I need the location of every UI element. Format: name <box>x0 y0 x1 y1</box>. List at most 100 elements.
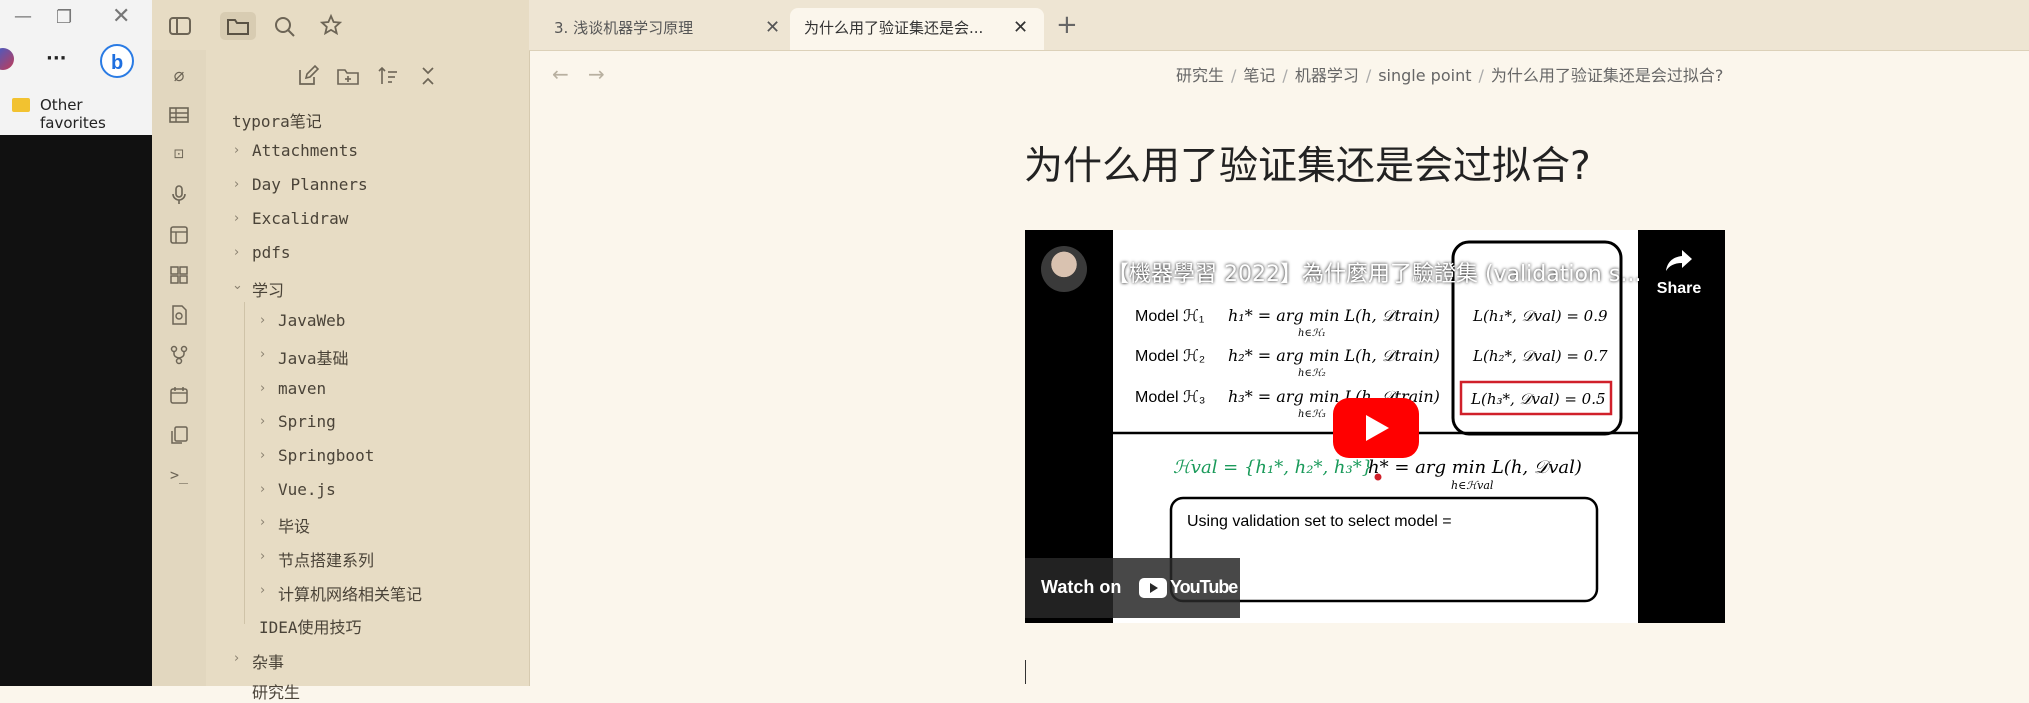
chevron-right-icon[interactable]: › <box>234 245 239 260</box>
slide-formula-1: h₁* = arg min L(h, 𝒟train) <box>1228 306 1440 325</box>
folder-misc[interactable]: 杂事 <box>252 649 284 673</box>
folder-day-planners[interactable]: Day Planners <box>252 175 368 194</box>
youtube-embed[interactable]: Model ℋ₁ h₁* = arg min L(h, 𝒟train) h∈ℋ₁… <box>1025 230 1725 623</box>
folder-maven[interactable]: maven <box>278 379 326 398</box>
folder-excalidraw[interactable]: Excalidraw <box>252 209 348 228</box>
share-icon <box>1666 250 1692 271</box>
youtube-logo-icon <box>1139 578 1167 598</box>
folder-study[interactable]: 学习 <box>252 277 284 301</box>
youtube-wordmark: YouTube <box>1170 577 1238 597</box>
slide-sub-2: h∈ℋ₂ <box>1298 368 1326 379</box>
folder-java-basics[interactable]: Java基础 <box>278 345 349 369</box>
star-icon[interactable] <box>313 12 349 40</box>
breadcrumb-separator: / <box>1282 66 1288 85</box>
folder-spring[interactable]: Spring <box>278 412 336 431</box>
folder-node-setup[interactable]: 节点搭建系列 <box>278 547 374 571</box>
chevron-right-icon[interactable]: › <box>234 143 239 158</box>
sort-icon[interactable] <box>375 64 401 90</box>
breadcrumb-current[interactable]: 为什么用了验证集还是会过拟合? <box>1491 66 1724 85</box>
collapse-all-icon[interactable] <box>415 64 441 90</box>
binary-icon[interactable]: ⊡ <box>168 144 190 166</box>
chevron-down-icon[interactable]: ⌄ <box>232 278 243 293</box>
back-arrow-icon[interactable]: ← <box>552 62 569 86</box>
forward-arrow-icon[interactable]: → <box>588 62 605 86</box>
svg-text:b: b <box>111 52 123 74</box>
chevron-right-icon[interactable]: › <box>260 414 265 429</box>
file-search-icon[interactable] <box>168 304 190 326</box>
breadcrumb-item[interactable]: 研究生 <box>1176 66 1224 85</box>
folder-graduate[interactable]: 研究生 <box>252 679 300 703</box>
search-icon[interactable] <box>267 12 303 40</box>
video-title[interactable]: 【機器學習 2022】為什麼用了驗證集 (validation s... <box>1107 256 1647 288</box>
chevron-right-icon[interactable]: › <box>260 313 265 328</box>
slide-model-2: Model ℋ₂ <box>1135 348 1205 365</box>
attachment-icon[interactable]: ⌀ <box>168 65 190 87</box>
watch-on-youtube-button[interactable]: Watch on YouTube <box>1025 558 1240 618</box>
slide-model-1: Model ℋ₁ <box>1135 308 1204 325</box>
indent-guide <box>244 302 245 624</box>
chevron-right-icon[interactable]: › <box>260 583 265 598</box>
layout-icon[interactable] <box>168 224 190 246</box>
close-window-icon[interactable]: ✕ <box>112 4 130 29</box>
folder-icon[interactable] <box>220 12 256 40</box>
breadcrumb-item[interactable]: 机器学习 <box>1295 66 1359 85</box>
page-title: 为什么用了验证集还是会过拟合? <box>1024 144 1591 189</box>
close-icon[interactable]: ✕ <box>765 8 780 48</box>
dashboard-icon[interactable] <box>168 264 190 286</box>
terminal-icon[interactable]: >_ <box>168 464 190 486</box>
folder-network-notes[interactable]: 计算机网络相关笔记 <box>278 581 422 605</box>
folder-graduation-project[interactable]: 毕设 <box>278 513 310 537</box>
tab-label: 3. 浅谈机器学习原理 <box>554 19 694 37</box>
minimize-icon[interactable]: — <box>14 6 32 27</box>
breadcrumb-separator: / <box>1231 66 1237 85</box>
tab-ml-principles[interactable]: 3. 浅谈机器学习原理 ✕ <box>540 8 790 50</box>
slide-sub-1: h∈ℋ₁ <box>1298 328 1326 339</box>
git-branch-icon[interactable] <box>168 344 190 366</box>
restore-icon[interactable]: ❐ <box>56 7 72 28</box>
close-icon[interactable]: ✕ <box>1013 8 1028 48</box>
chevron-right-icon[interactable]: › <box>260 549 265 564</box>
profile-avatar[interactable] <box>0 48 14 70</box>
watch-on-label: Watch on <box>1041 577 1122 597</box>
bing-icon[interactable]: b <box>100 44 134 78</box>
breadcrumb-item[interactable]: 笔记 <box>1243 66 1275 85</box>
folder-vuejs[interactable]: Vue.js <box>278 480 336 499</box>
favorites-folder[interactable]: Other favorites <box>40 96 152 132</box>
tab-active-note[interactable]: 为什么用了验证集还是会... ✕ <box>790 8 1044 50</box>
file-idea-tips[interactable]: IDEA使用技巧 <box>259 614 362 638</box>
folder-pdfs[interactable]: pdfs <box>252 243 291 262</box>
sidebar-toggle-icon[interactable] <box>162 12 198 40</box>
slide-model-3: Model ℋ₃ <box>1135 389 1205 406</box>
vault-name[interactable]: typora笔记 <box>232 108 322 132</box>
new-tab-button[interactable]: + <box>1056 10 1078 40</box>
browser-toolbar: — ❐ ✕ ··· b Other favorites <box>0 0 152 135</box>
chevron-right-icon[interactable]: › <box>260 347 265 362</box>
copy-icon[interactable] <box>168 424 190 446</box>
slide-loss-3: L(h₃*, 𝒟val) = 0.5 <box>1470 390 1606 408</box>
slide-box-text: Using validation set to select model = <box>1187 513 1452 530</box>
chevron-right-icon[interactable]: › <box>260 381 265 396</box>
folder-springboot[interactable]: Springboot <box>278 446 374 465</box>
breadcrumb-item[interactable]: single point <box>1378 66 1471 85</box>
more-menu-button[interactable]: ··· <box>46 48 67 69</box>
channel-avatar[interactable] <box>1041 246 1087 292</box>
share-button[interactable]: Share <box>1647 246 1711 316</box>
table-icon[interactable] <box>168 104 190 126</box>
folder-javaweb[interactable]: JavaWeb <box>278 311 345 330</box>
new-folder-icon[interactable] <box>335 64 361 90</box>
chevron-right-icon[interactable]: › <box>234 177 239 192</box>
chevron-right-icon[interactable]: › <box>260 448 265 463</box>
chevron-right-icon[interactable]: › <box>234 651 239 666</box>
breadcrumb-separator: / <box>1478 66 1484 85</box>
chevron-right-icon[interactable]: › <box>234 211 239 226</box>
new-note-icon[interactable] <box>295 64 321 90</box>
folder-attachments[interactable]: Attachments <box>252 141 358 160</box>
microphone-icon[interactable] <box>168 184 190 206</box>
tab-label: 为什么用了验证集还是会... <box>804 19 984 37</box>
play-button[interactable] <box>1333 398 1419 462</box>
chevron-right-icon[interactable]: › <box>260 515 265 530</box>
breadcrumb-separator: / <box>1365 66 1372 85</box>
calendar-icon[interactable] <box>168 384 190 406</box>
folder-icon <box>12 98 30 112</box>
chevron-right-icon[interactable]: › <box>260 482 265 497</box>
